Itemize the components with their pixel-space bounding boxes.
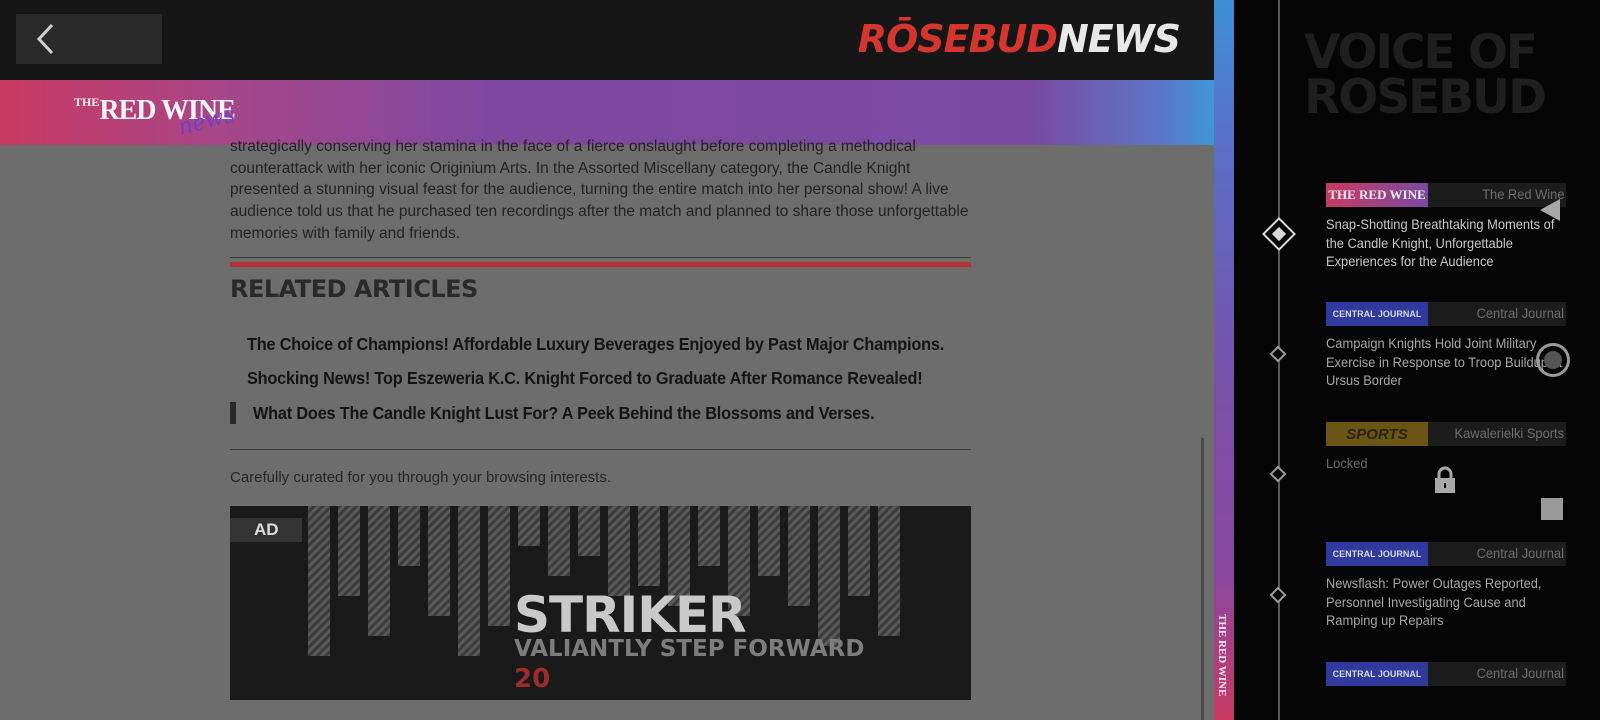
related-article-link[interactable]: What Does The Candle Knight Lust For? A …	[230, 400, 971, 426]
related-article-link[interactable]: The Choice of Champions! Affordable Luxu…	[230, 331, 971, 357]
scrollbar-thumb[interactable]	[1201, 438, 1204, 720]
edge-brand-text: THE RED WINE	[1216, 614, 1228, 697]
entry-header: THE RED WINE The Red Wine	[1326, 183, 1566, 207]
news-entry-locked[interactable]: SPORTS Kawalerielki Sports Locked	[1326, 422, 1566, 473]
source-name: Central Journal	[1476, 305, 1564, 321]
article-paragraph: strategically conserving her stamina in …	[230, 138, 969, 242]
bullet-bar	[230, 402, 236, 424]
entry-header: CENTRAL JOURNAL Central Journal	[1326, 662, 1566, 686]
divider	[230, 449, 971, 450]
back-button[interactable]	[16, 14, 162, 64]
article-body: strategically conserving her stamina in …	[230, 138, 971, 245]
news-entry[interactable]: CENTRAL JOURNAL Central Journal	[1326, 662, 1566, 686]
timeline-node[interactable]	[1269, 465, 1287, 483]
entry-header: SPORTS Kawalerielki Sports	[1326, 422, 1566, 446]
record-button[interactable]	[1536, 343, 1570, 377]
news-entry[interactable]: THE RED WINE The Red Wine Snap-Shotting …	[1326, 183, 1566, 271]
source-badge: CENTRAL JOURNAL	[1326, 542, 1428, 566]
stop-button[interactable]	[1541, 498, 1563, 520]
sidebar-heading: VOICE OF ROSEBUD	[1304, 25, 1547, 125]
related-article-title: What Does The Candle Knight Lust For? A …	[253, 402, 875, 423]
entry-headline: Newsflash: Power Outages Reported, Perso…	[1326, 575, 1542, 628]
source-badge: CENTRAL JOURNAL	[1326, 302, 1428, 326]
timeline-node-active[interactable]	[1262, 217, 1296, 251]
timeline-node[interactable]	[1269, 586, 1287, 604]
related-article-link[interactable]: Shocking News! Top Eszeweria K.C. Knight…	[230, 365, 971, 391]
red-divider	[230, 262, 971, 267]
source-name: Kawalerielki Sports	[1454, 425, 1564, 441]
news-entry[interactable]: CENTRAL JOURNAL Central Journal Newsflas…	[1326, 542, 1566, 630]
rosebud-news-logo: RŌSEBUDNEWS	[857, 17, 1181, 61]
logo-news: NEWS	[1056, 17, 1181, 61]
ad-subtitle: VALIANTLY STEP FORWARD	[514, 636, 865, 662]
edge-strip	[1214, 0, 1234, 720]
related-article-title: The Choice of Champions! Affordable Luxu…	[247, 333, 945, 354]
divider	[230, 257, 971, 258]
timeline-node[interactable]	[1269, 345, 1287, 363]
ad-banner[interactable]: AD STRIKER VALIANTLY STEP FORWARD 20	[230, 506, 971, 700]
play-reverse-icon[interactable]	[1538, 198, 1562, 222]
source-badge: SPORTS	[1326, 422, 1428, 446]
source-badge: THE RED WINE	[1326, 183, 1428, 207]
ad-number: 20	[514, 664, 551, 694]
red-wine-logo: THERED WINE news	[74, 95, 237, 141]
entry-headline: Snap-Shotting Breathtaking Moments of th…	[1326, 216, 1555, 269]
entry-header: CENTRAL JOURNAL Central Journal	[1326, 542, 1566, 566]
top-bar: RŌSEBUDNEWS	[0, 0, 1214, 80]
ad-label: AD	[230, 518, 302, 542]
entry-headline: Campaign Knights Hold Joint Military Exe…	[1326, 335, 1563, 388]
news-entry[interactable]: CENTRAL JOURNAL Central Journal Campaign…	[1326, 302, 1566, 390]
related-articles-title: RELATED ARTICLES	[230, 275, 478, 303]
source-badge: CENTRAL JOURNAL	[1326, 662, 1428, 686]
article-pane[interactable]: RŌSEBUDNEWS THERED WINE news strategical…	[0, 0, 1214, 720]
chevron-left-icon	[36, 23, 54, 55]
brand-the: THE	[74, 95, 100, 109]
source-name: Central Journal	[1476, 545, 1564, 561]
logo-rosebud: RŌSEBUD	[857, 17, 1058, 61]
app-root: RŌSEBUDNEWS THERED WINE news strategical…	[0, 0, 1600, 720]
entry-header: CENTRAL JOURNAL Central Journal	[1326, 302, 1566, 326]
related-article-title: Shocking News! Top Eszeweria K.C. Knight…	[247, 367, 923, 388]
curated-note: Carefully curated for you through your b…	[230, 469, 612, 486]
lock-icon	[1435, 466, 1455, 493]
source-name: Central Journal	[1476, 665, 1564, 681]
